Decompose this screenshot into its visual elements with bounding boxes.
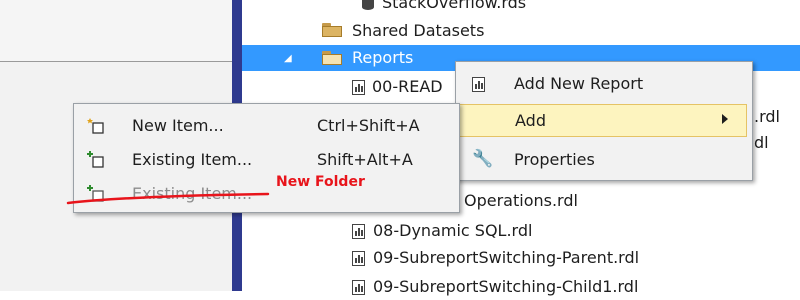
annotation-label: New Folder (276, 174, 365, 190)
red-strikethrough-annotation (66, 192, 270, 205)
